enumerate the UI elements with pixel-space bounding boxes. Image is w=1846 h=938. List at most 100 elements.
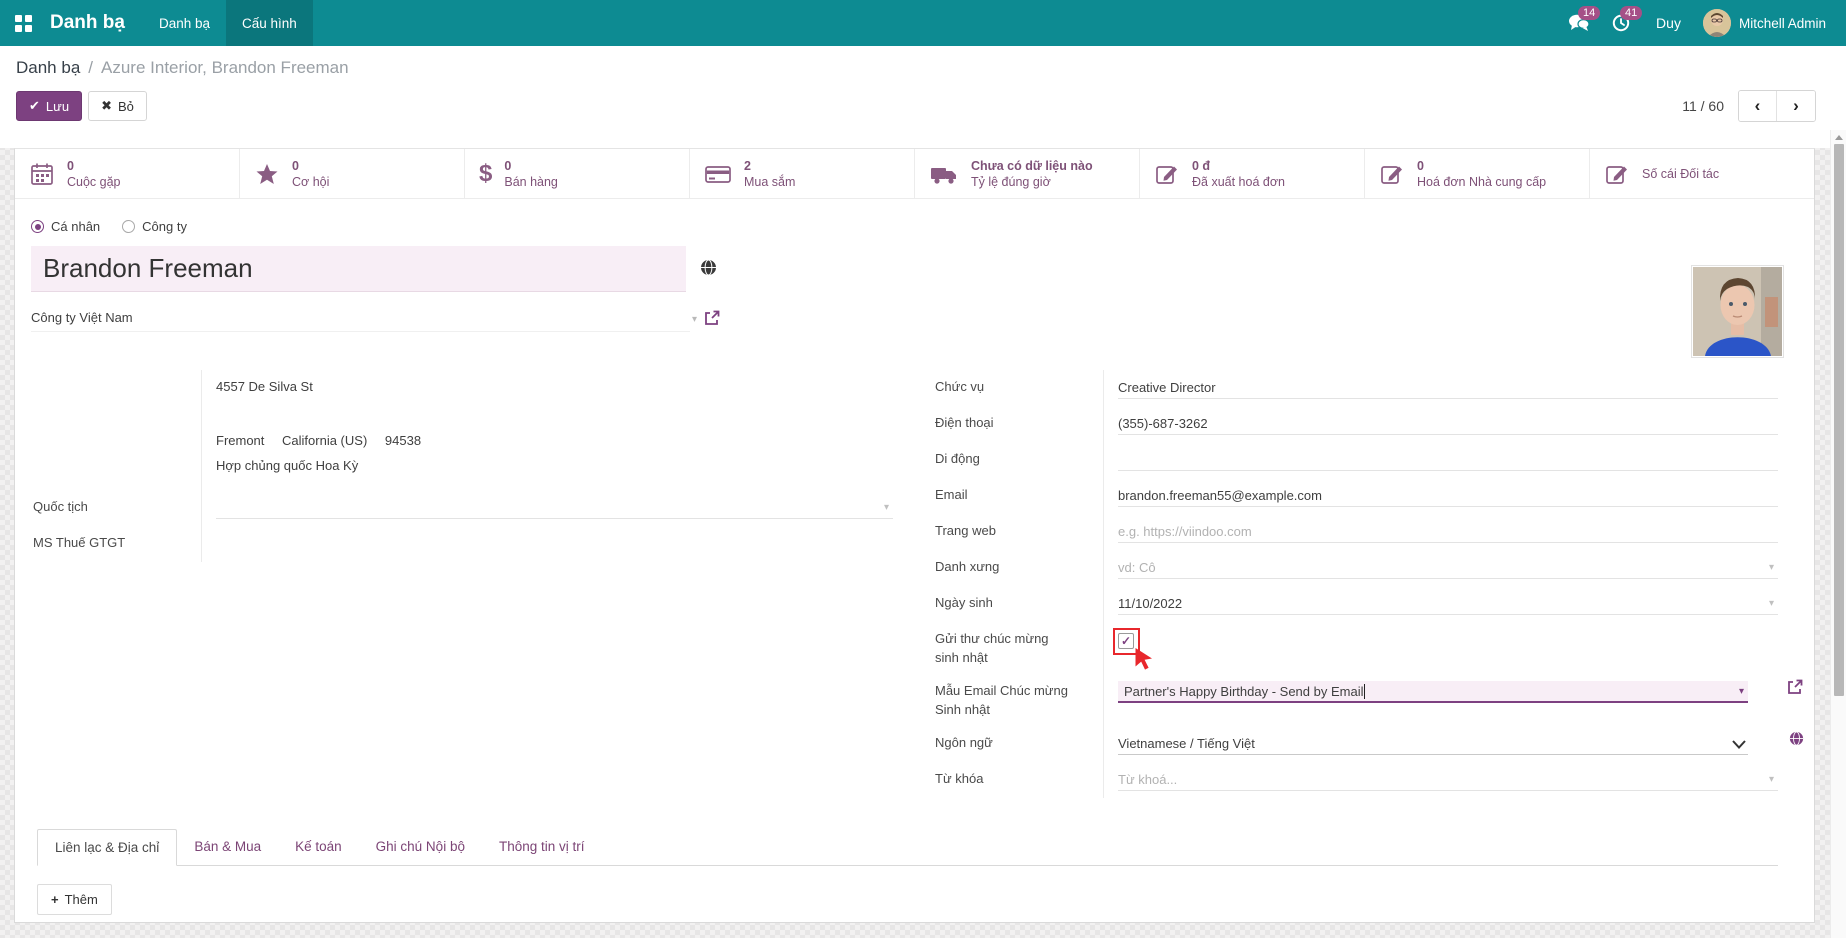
job-label: Chức vụ [933, 370, 1103, 406]
company-type-selector: Cá nhân Công ty [31, 219, 1778, 234]
parent-company-field[interactable]: Công ty Việt Nam ▾ [31, 306, 721, 332]
stat-button-sales[interactable]: $ 0 Bán hàng [465, 149, 690, 198]
text-cursor [1364, 684, 1365, 699]
activities-badge: 41 [1620, 6, 1642, 20]
close-icon: ✖ [101, 98, 112, 114]
app-title[interactable]: Danh bạ [46, 12, 143, 34]
discard-button[interactable]: ✖ Bỏ [88, 91, 147, 121]
breadcrumb-current: Azure Interior, Brandon Freeman [101, 58, 349, 78]
nav-item-contacts[interactable]: Danh bạ [143, 0, 226, 46]
truck-icon [929, 161, 959, 187]
phone-field[interactable]: (355)-687-3262 [1118, 413, 1778, 435]
city-field[interactable]: Fremont [216, 433, 264, 448]
phone-label: Điện thoại [933, 406, 1103, 442]
tab-accounting[interactable]: Kế toán [278, 829, 359, 866]
activities-icon[interactable]: 41 [1600, 0, 1642, 46]
messages-badge: 14 [1578, 6, 1600, 20]
breadcrumb: Danh bạ / Azure Interior, Brandon Freema… [16, 58, 1830, 78]
nav-item-configuration[interactable]: Cấu hình [226, 0, 313, 46]
radio-company[interactable]: Công ty [122, 219, 187, 234]
stat-button-opportunities[interactable]: 0 Cơ hội [240, 149, 465, 198]
form-sheet: 0 Cuộc gặp 0 Cơ hội $ 0 Bán hàng [14, 148, 1815, 923]
stat-button-meetings[interactable]: 0 Cuộc gặp [15, 149, 240, 198]
address-label [31, 370, 201, 483]
stat-button-on-time-rate[interactable]: Chưa có dữ liệu nào Tỷ lệ đúng giờ [915, 149, 1140, 198]
street2-field[interactable] [216, 397, 893, 431]
user-avatar[interactable] [1703, 9, 1731, 37]
top-navbar: Danh bạ Danh bạ Cấu hình 14 41 Duy [0, 0, 1846, 46]
tab-contacts-addresses[interactable]: Liên lạc & Địa chỉ [37, 829, 177, 866]
vertical-scrollbar[interactable] [1830, 130, 1846, 938]
stat-button-row: 0 Cuộc gặp 0 Cơ hội $ 0 Bán hàng [15, 149, 1814, 199]
external-link-icon[interactable] [1786, 678, 1804, 699]
stat-button-purchases[interactable]: 2 Mua sắm [690, 149, 915, 198]
email-label: Email [933, 478, 1103, 514]
vat-field[interactable] [216, 533, 893, 555]
annotation-cursor-icon [1134, 647, 1156, 674]
credit-card-icon [704, 161, 732, 187]
pager-next-button[interactable]: › [1777, 91, 1815, 121]
check-icon: ✔ [29, 98, 40, 114]
name-input[interactable]: Brandon Freeman [31, 246, 686, 292]
email-field[interactable]: brandon.freeman55@example.com [1118, 485, 1778, 507]
scrollbar-up-arrow-icon[interactable] [1835, 135, 1843, 140]
tags-label: Từ khóa [933, 762, 1103, 798]
street-field[interactable]: 4557 De Silva St [216, 377, 893, 397]
zip-field[interactable]: 94538 [385, 433, 421, 448]
stat-button-vendor-bills[interactable]: 0 Hoá đơn Nhà cung cấp [1365, 149, 1590, 198]
pager-count: 11 / 60 [1682, 98, 1724, 114]
birthday-template-field[interactable]: Partner's Happy Birthday - Send by Email… [1118, 681, 1748, 703]
title-field[interactable]: vd: Cô ▾ [1118, 557, 1778, 579]
birthdate-label: Ngày sinh [933, 586, 1103, 622]
birthday-mail-checkbox[interactable]: ✓ [1118, 633, 1134, 649]
dollar-icon: $ [479, 160, 492, 188]
user-shortcut[interactable]: Duy [1642, 15, 1703, 31]
chevron-down-icon[interactable]: ▾ [1739, 686, 1744, 697]
save-button[interactable]: ✔ Lưu [16, 91, 82, 121]
birthdate-field[interactable]: 11/10/2022 ▾ [1118, 593, 1778, 615]
chevron-down-icon[interactable]: ▾ [1769, 774, 1774, 785]
external-link-icon[interactable] [703, 309, 721, 330]
chevron-down-icon[interactable]: ▾ [884, 502, 889, 513]
tab-internal-notes[interactable]: Ghi chú Nội bộ [359, 829, 482, 866]
chevron-down-icon[interactable]: ▾ [1769, 598, 1774, 609]
job-field[interactable]: Creative Director [1118, 377, 1778, 399]
website-label: Trang web [933, 514, 1103, 550]
add-contact-button[interactable]: + Thêm [37, 884, 112, 915]
parent-company-value[interactable]: Công ty Việt Nam [31, 306, 690, 332]
address-block[interactable]: 4557 De Silva St Fremont California (US)… [201, 370, 893, 483]
messages-icon[interactable]: 14 [1558, 0, 1600, 46]
mobile-field[interactable] [1118, 449, 1778, 471]
website-field[interactable]: e.g. https://viindoo.com [1118, 521, 1778, 543]
breadcrumb-separator: / [88, 58, 93, 78]
nationality-field[interactable]: ▾ [216, 497, 893, 519]
radio-selected-icon [31, 220, 44, 233]
contact-photo[interactable] [1691, 265, 1784, 358]
chevron-down-icon[interactable]: ▾ [1769, 562, 1774, 573]
state-field[interactable]: California (US) [282, 433, 367, 448]
tab-sales-purchase[interactable]: Bán & Mua [177, 829, 278, 866]
edit-icon [1154, 161, 1180, 187]
breadcrumb-parent[interactable]: Danh bạ [16, 58, 80, 78]
stat-button-invoiced[interactable]: 0 đ Đã xuất hoá đơn [1140, 149, 1365, 198]
pager-previous-button[interactable]: ‹ [1739, 91, 1777, 121]
user-name[interactable]: Mitchell Admin [1739, 16, 1826, 31]
calendar-icon [29, 161, 55, 187]
scrollbar-thumb[interactable] [1834, 144, 1844, 696]
plus-icon: + [51, 892, 59, 907]
tab-location-info[interactable]: Thông tin vị trí [482, 829, 602, 866]
translate-globe-icon[interactable] [700, 259, 717, 279]
birthday-template-label: Mẫu Email Chúc mừng Sinh nhật [933, 674, 1083, 726]
apps-grid-icon[interactable] [0, 0, 46, 46]
radio-individual[interactable]: Cá nhân [31, 219, 100, 234]
chevron-down-icon[interactable]: ▾ [692, 314, 697, 325]
control-panel: Danh bạ / Azure Interior, Brandon Freema… [0, 46, 1846, 148]
language-field[interactable]: Vietnamese / Tiếng Việt [1118, 733, 1748, 755]
stat-button-partner-ledger[interactable]: Số cái Đối tác [1590, 149, 1814, 198]
tags-field[interactable]: Từ khoá... ▾ [1118, 769, 1778, 791]
nationality-label: Quốc tịch [31, 483, 201, 526]
country-field[interactable]: Hợp chủng quốc Hoa Kỳ [216, 456, 893, 476]
chevron-down-icon[interactable] [1732, 737, 1746, 752]
title-label: Danh xưng [933, 550, 1103, 586]
language-globe-icon[interactable] [1789, 731, 1804, 749]
